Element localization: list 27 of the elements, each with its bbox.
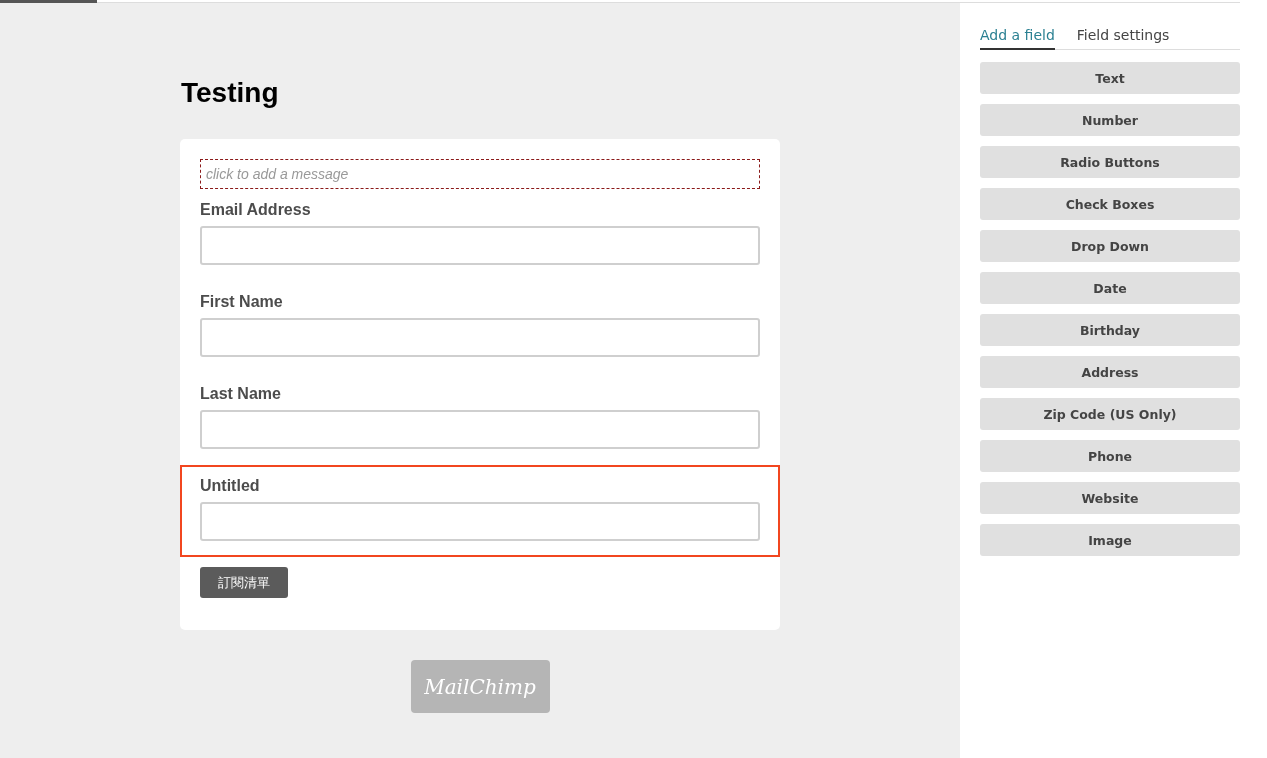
field-type-button[interactable]: Check Boxes <box>980 188 1240 220</box>
field-type-button[interactable]: Address <box>980 356 1240 388</box>
logo: MailChimp <box>410 660 550 713</box>
input-field[interactable] <box>200 502 760 541</box>
field-type-button[interactable]: Birthday <box>980 314 1240 346</box>
sidebar-tab[interactable]: Field settings <box>1076 22 1170 50</box>
field-type-button[interactable]: Image <box>980 524 1240 556</box>
field-type-button[interactable]: Radio Buttons <box>980 146 1240 178</box>
field-label: Email Address <box>200 200 311 220</box>
selected-field-outline[interactable]: Untitled <box>180 465 780 557</box>
form-title: Testing <box>181 76 279 110</box>
subscribe-button[interactable]: 訂閱清單 <box>200 567 288 598</box>
input-field[interactable] <box>200 410 760 449</box>
field-type-button[interactable]: Drop Down <box>980 230 1240 262</box>
input-field[interactable] <box>200 226 760 265</box>
field-type-button[interactable]: Zip Code (US Only) <box>980 398 1240 430</box>
field-type-button[interactable]: Date <box>980 272 1240 304</box>
field-label: Untitled <box>200 476 260 496</box>
field-type-button[interactable]: Text <box>980 62 1240 94</box>
sidebar-tab[interactable]: Add a field <box>980 22 1055 50</box>
field-label: First Name <box>200 292 283 312</box>
field-label: Last Name <box>200 384 281 404</box>
field-type-button[interactable]: Website <box>980 482 1240 514</box>
input-field[interactable] <box>200 318 760 357</box>
field-type-button[interactable]: Phone <box>980 440 1240 472</box>
message-placeholder: click to add a message <box>206 166 349 182</box>
field-type-button[interactable]: Number <box>980 104 1240 136</box>
